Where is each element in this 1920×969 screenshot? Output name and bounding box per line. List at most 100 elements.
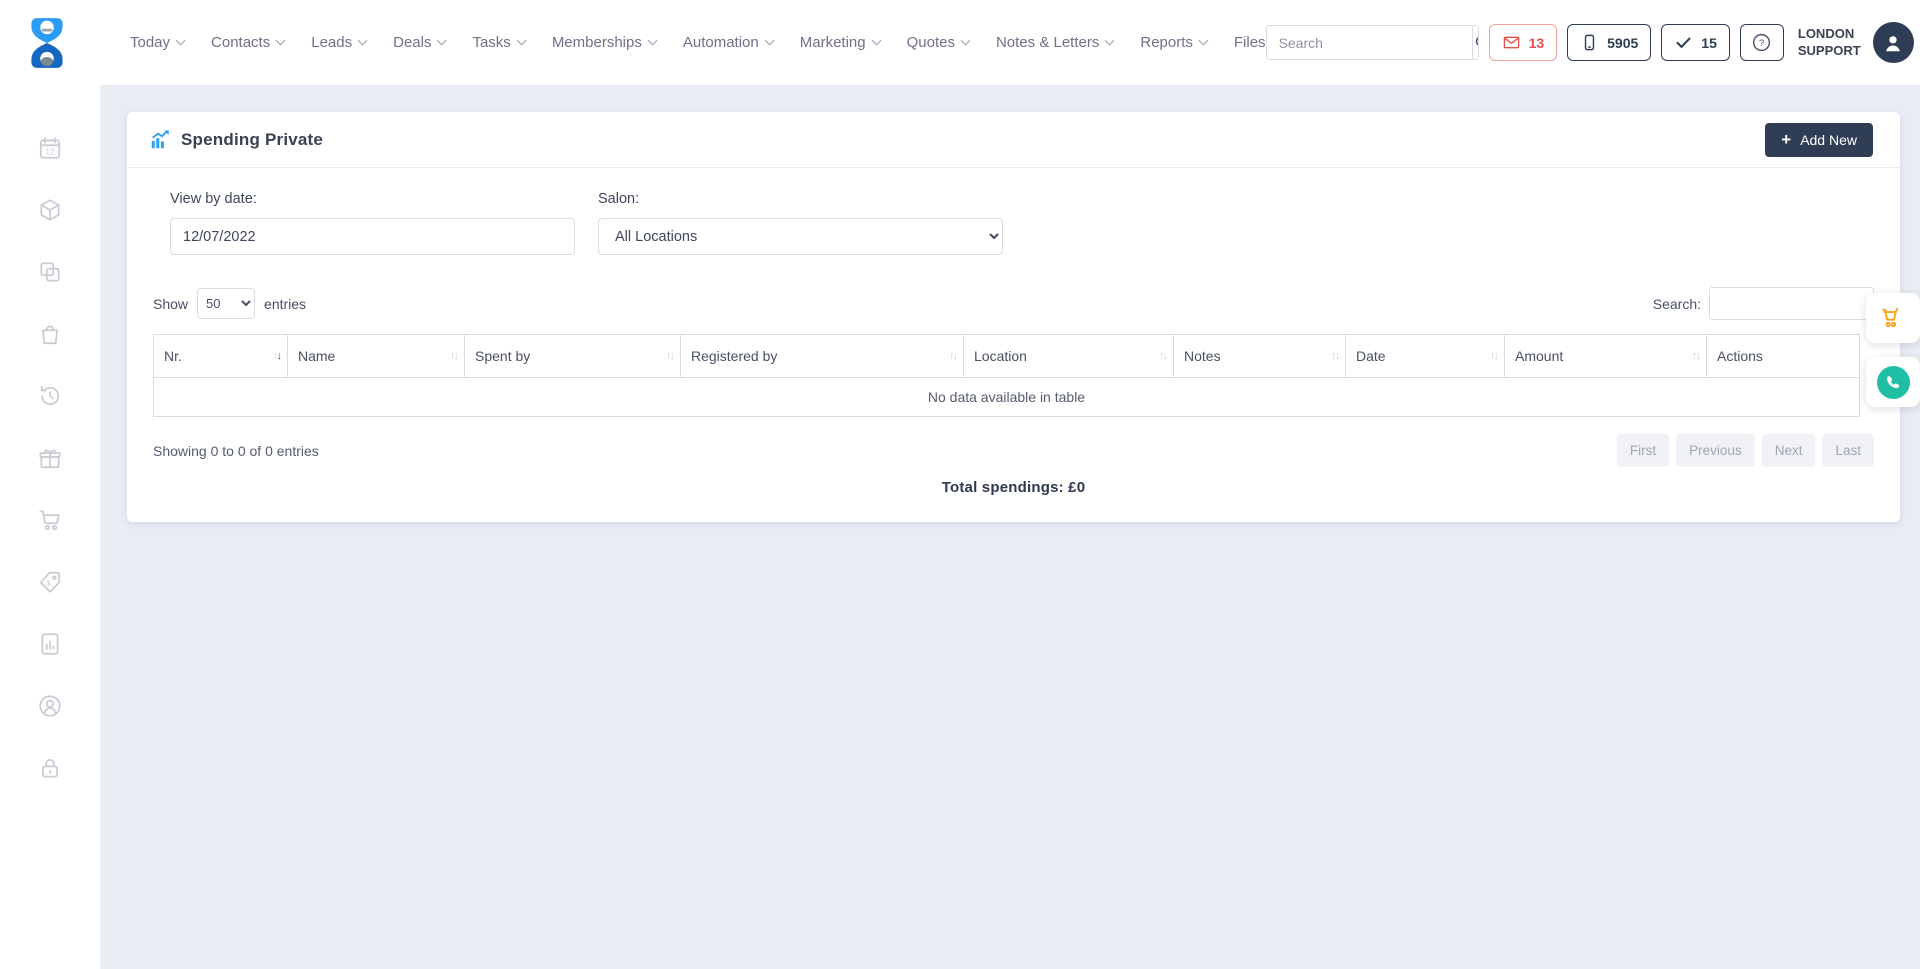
pagination-first-button[interactable]: First (1617, 434, 1669, 467)
table-search-label: Search: (1653, 296, 1701, 312)
chevron-down-icon (764, 36, 774, 46)
table-footer: Showing 0 to 0 of 0 entries First Previo… (127, 417, 1900, 467)
nav-item-reports[interactable]: Reports (1140, 34, 1207, 51)
pagination-next-button[interactable]: Next (1762, 434, 1816, 467)
nav-item-notes-letters[interactable]: Notes & Letters (996, 34, 1113, 51)
chevron-down-icon (1198, 36, 1208, 46)
empty-message: No data available in table (154, 378, 1860, 417)
floating-phone-button[interactable] (1866, 357, 1920, 407)
sort-icon: ↑↓ (273, 350, 280, 362)
global-search-input[interactable] (1267, 26, 1472, 59)
nav-label: Deals (393, 34, 431, 51)
column-header-location[interactable]: Location↑↓ (964, 335, 1174, 378)
copy-icon[interactable] (37, 259, 63, 285)
column-header-nr[interactable]: Nr.↑↓ (154, 335, 288, 378)
history-icon[interactable] (37, 383, 63, 409)
column-header-amount[interactable]: Amount↑↓ (1505, 335, 1707, 378)
chevron-down-icon (647, 36, 657, 46)
nav-item-today[interactable]: Today (130, 34, 184, 51)
user-name: LONDON SUPPORT (1798, 26, 1861, 60)
chevron-down-icon (176, 36, 186, 46)
table-search-input[interactable] (1709, 287, 1874, 320)
nav-label: Marketing (800, 34, 866, 51)
date-filter-input[interactable] (170, 218, 575, 255)
nav-label: Notes & Letters (996, 34, 1099, 51)
nav-item-automation[interactable]: Automation (683, 34, 773, 51)
tasks-badge[interactable]: 15 (1661, 24, 1730, 61)
report-document-icon[interactable] (37, 631, 63, 657)
lock-icon[interactable] (37, 755, 63, 781)
gift-icon[interactable] (37, 445, 63, 471)
spending-table: Nr.↑↓ Name↑↓ Spent by↑↓ Registered by↑↓ … (153, 334, 1860, 417)
nav-label: Leads (311, 34, 352, 51)
tasks-count: 15 (1701, 35, 1717, 51)
question-icon: ? (1751, 32, 1772, 53)
calls-badge[interactable]: 5905 (1567, 24, 1651, 61)
column-header-name[interactable]: Name↑↓ (288, 335, 465, 378)
user-avatar[interactable] (1873, 22, 1914, 63)
hourglass-logo-icon (24, 16, 70, 70)
main-content: Spending Private + Add New View by date:… (100, 85, 1920, 969)
empty-row: No data available in table (154, 378, 1860, 417)
salon-filter-select[interactable]: All Locations (598, 218, 1003, 255)
panel-header: Spending Private + Add New (127, 112, 1900, 168)
app-logo[interactable] (24, 16, 70, 70)
sort-icon: ↑↓ (1159, 350, 1166, 362)
bag-icon[interactable] (37, 321, 63, 347)
nav-item-files[interactable]: Files (1234, 34, 1266, 51)
mobile-phone-icon (1580, 33, 1599, 52)
cart-icon[interactable] (37, 507, 63, 533)
cube-icon[interactable] (37, 197, 63, 223)
show-label: Show (153, 296, 188, 312)
messages-count: 13 (1529, 35, 1545, 51)
left-sidebar: 12 $ (0, 85, 100, 969)
search-submit-button[interactable] (1472, 26, 1479, 59)
pagination-previous-button[interactable]: Previous (1676, 434, 1755, 467)
nav-item-tasks[interactable]: Tasks (472, 34, 524, 51)
column-header-registered-by[interactable]: Registered by↑↓ (681, 335, 964, 378)
nav-item-marketing[interactable]: Marketing (800, 34, 880, 51)
messages-badge[interactable]: 13 (1489, 24, 1558, 61)
sort-icon: ↑↓ (1331, 350, 1338, 362)
chevron-down-icon (358, 36, 368, 46)
person-icon (1882, 32, 1904, 54)
table-header-row: Nr.↑↓ Name↑↓ Spent by↑↓ Registered by↑↓ … (154, 335, 1860, 378)
showing-entries-text: Showing 0 to 0 of 0 entries (153, 443, 319, 459)
nav-item-deals[interactable]: Deals (393, 34, 445, 51)
sort-icon: ↑↓ (1692, 350, 1699, 362)
nav-label: Tasks (472, 34, 510, 51)
nav-item-leads[interactable]: Leads (311, 34, 366, 51)
chart-increase-icon (149, 129, 171, 151)
floating-cart-button[interactable] (1866, 293, 1920, 343)
price-tag-icon[interactable]: $ (37, 569, 63, 595)
column-header-date[interactable]: Date↑↓ (1346, 335, 1505, 378)
nav-item-memberships[interactable]: Memberships (552, 34, 656, 51)
user-name-line1: LONDON (1798, 26, 1861, 43)
pagination-last-button[interactable]: Last (1822, 434, 1874, 467)
help-button[interactable]: ? (1740, 24, 1784, 61)
nav-label: Contacts (211, 34, 270, 51)
column-header-spent-by[interactable]: Spent by↑↓ (465, 335, 681, 378)
nav-label: Reports (1140, 34, 1193, 51)
column-header-actions: Actions (1707, 335, 1860, 378)
chevron-down-icon (871, 36, 881, 46)
filters-row: View by date: Salon: All Locations (127, 168, 1900, 263)
phone-icon (1885, 374, 1902, 391)
sort-icon: ↑↓ (666, 350, 673, 362)
page-size-select[interactable]: 50 (197, 288, 255, 319)
add-new-button[interactable]: + Add New (1765, 123, 1873, 157)
column-header-notes[interactable]: Notes↑↓ (1174, 335, 1346, 378)
table-controls: Show 50 entries Search: (127, 263, 1900, 334)
svg-text:?: ? (1759, 38, 1764, 49)
nav-item-quotes[interactable]: Quotes (907, 34, 969, 51)
chevron-down-icon (437, 36, 447, 46)
spending-private-panel: Spending Private + Add New View by date:… (127, 112, 1900, 522)
top-header: Today Contacts Leads Deals Tasks Members… (0, 0, 1920, 85)
nav-item-contacts[interactable]: Contacts (211, 34, 284, 51)
phone-circle (1877, 366, 1910, 399)
user-circle-icon[interactable] (37, 693, 63, 719)
nav-label: Files (1234, 34, 1266, 51)
calendar-12-icon[interactable]: 12 (37, 135, 63, 161)
nav-label: Quotes (907, 34, 955, 51)
envelope-icon (1502, 33, 1521, 52)
